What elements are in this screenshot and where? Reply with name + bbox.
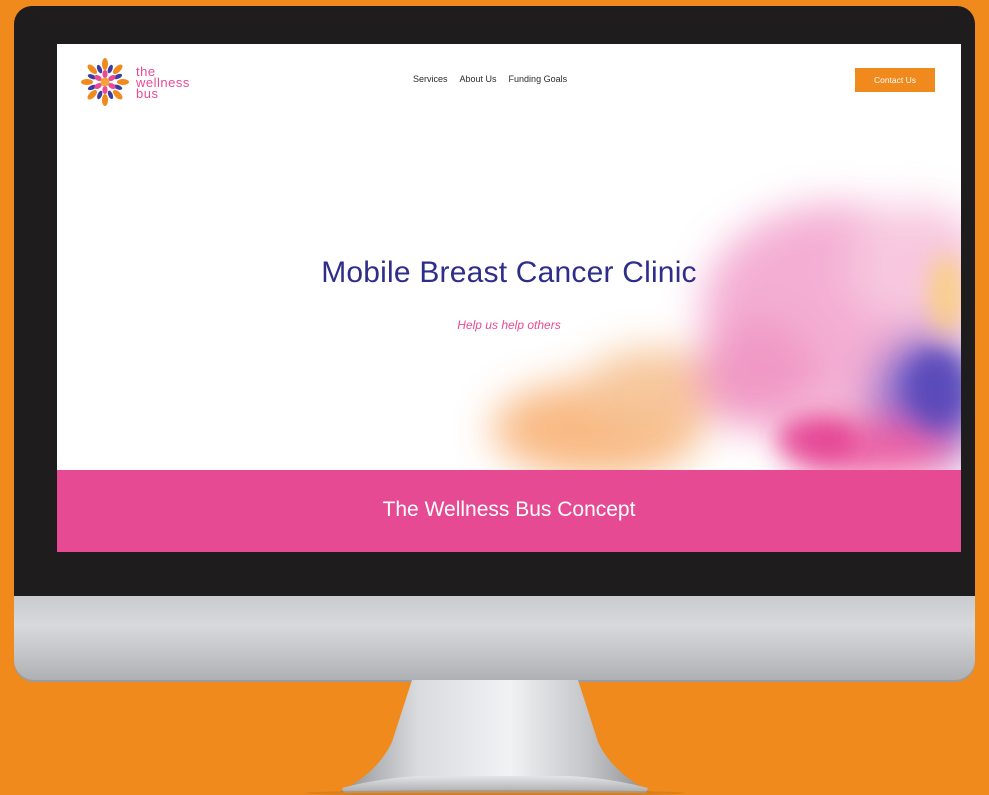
contact-us-button[interactable]: Contact Us [855,68,935,92]
nav-link-services[interactable]: Services [413,74,448,84]
nav-link-funding-goals[interactable]: Funding Goals [509,74,568,84]
nav-link-about-us[interactable]: About Us [460,74,497,84]
flower-logo-icon [81,58,129,106]
concept-section-title: The Wellness Bus Concept [382,498,636,521]
logo-wordmark: the wellness bus [136,65,190,100]
concept-section-banner: The Wellness Bus Concept [57,470,961,552]
hero-title: Mobile Breast Cancer Clinic [321,256,697,289]
hero-subtitle: Help us help others [457,318,561,332]
monitor-chin [14,596,975,680]
main-nav: Services About Us Funding Goals [413,74,567,84]
monitor-stand [305,680,685,795]
browser-screen: the wellness bus Services About Us Fundi… [57,44,961,552]
site-logo[interactable]: the wellness bus [79,56,190,108]
